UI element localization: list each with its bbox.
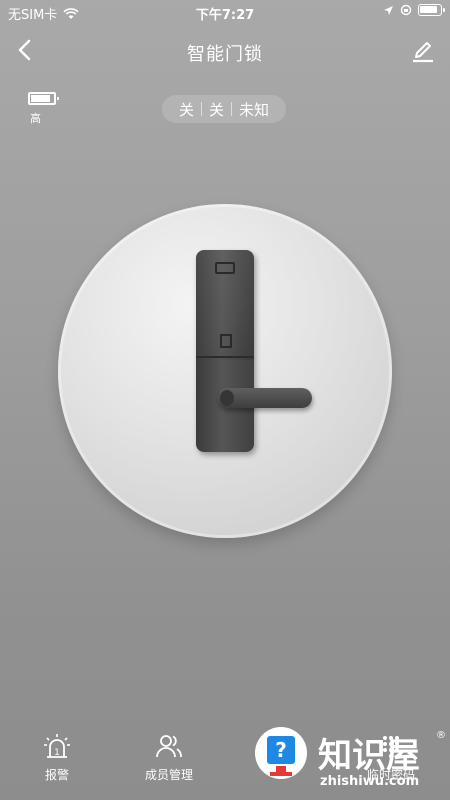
status-segment-3: 未知 [239,100,270,119]
tab-temp-password[interactable]: 临时密码 [346,720,436,800]
phone-battery-icon [418,4,445,16]
tab-members[interactable]: 成员管理 [124,720,214,800]
status-bar: 无SIM卡 下午7:27 [0,0,450,24]
chevron-left-icon [18,39,31,61]
tab-alarm-label: 报警 [44,768,69,782]
pencil-icon [413,42,433,63]
lock-control-dial[interactable] [58,204,392,538]
battery-fill [31,95,50,102]
tab-calendar[interactable] [236,720,326,800]
status-right [383,4,445,16]
lock-keyhole [215,262,235,274]
back-button[interactable] [12,36,40,64]
rotation-lock-icon [400,4,412,16]
page-title: 智能门锁 [187,44,263,65]
tab-temp-password-label: 临时密码 [366,768,415,782]
location-icon [384,5,393,15]
edit-button[interactable] [410,38,436,64]
calendar-icon [270,734,292,757]
lock-status-pill: 关 关 未知 [162,95,286,123]
bottom-tab-bar: 1 报警 成员管理 临时密码 [0,720,450,800]
svg-text:1: 1 [54,748,60,758]
fingerprint-sensor [220,334,232,348]
battery-level-label: 高 [30,112,41,125]
alarm-icon: 1 [44,734,70,758]
device-battery: 高 [24,92,64,126]
tab-alarm[interactable]: 1 报警 [12,720,102,800]
keypad-icon [383,736,399,758]
door-lock-image [196,250,254,452]
tab-members-label: 成员管理 [144,768,193,782]
members-icon [156,735,182,758]
status-segment-1: 关 [178,100,194,119]
status-segment-2: 关 [208,100,224,119]
device-battery-icon [28,92,59,105]
nav-bar: 智能门锁 [0,30,450,70]
